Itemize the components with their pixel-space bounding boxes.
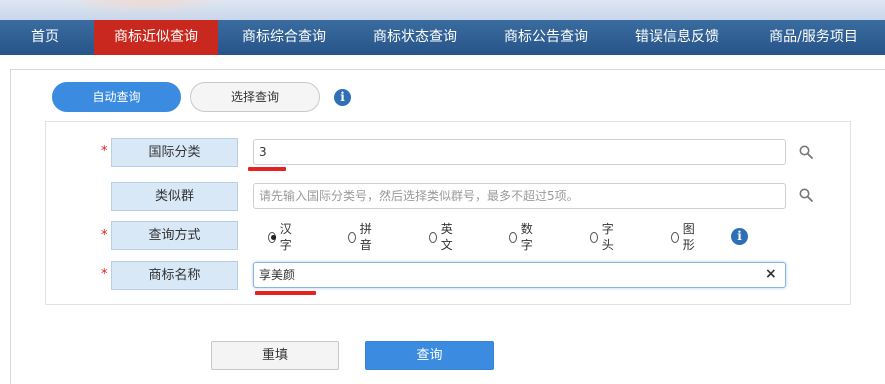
radio-label: 拼音 [359,222,372,252]
info-icon[interactable]: i [334,89,351,106]
intl-class-input[interactable]: 3 [253,139,786,165]
radio-label: 图形 [682,222,695,252]
nav-item-comprehensive-search[interactable]: 商标综合查询 [218,20,350,55]
radio-button[interactable] [509,231,517,243]
radio-button[interactable] [671,231,679,243]
nav-item-similar-search[interactable]: 商标近似查询 [94,20,218,55]
radio-button[interactable] [590,231,598,243]
nav-item-goods-services[interactable]: 商品/服务项目 [742,20,885,55]
radio-button-checked[interactable] [268,231,276,243]
annotation-underline [248,167,286,171]
tab-select-query[interactable]: 选择查询 [190,82,320,112]
radio-hanzi[interactable]: 汉字 [268,222,295,252]
similar-group-label: 类似群 [111,182,238,211]
required-marker: * [101,228,108,243]
radio-label: 汉字 [279,222,292,252]
radio-button[interactable] [348,231,356,243]
search-icon[interactable] [799,188,813,202]
radio-label: 数字 [520,222,533,252]
query-method-label: 查询方式 [111,221,238,250]
nav-item-home[interactable]: 首页 [0,20,90,55]
nav-item-announcement-search[interactable]: 商标公告查询 [480,20,612,55]
nav-item-error-feedback[interactable]: 错误信息反馈 [612,20,742,55]
radio-button[interactable] [429,231,437,243]
radio-graphic[interactable]: 图形 [671,222,698,252]
main-navbar: 首页 商标近似查询 商标综合查询 商标状态查询 商标公告查询 错误信息反馈 商品… [0,20,885,55]
annotation-underline [255,291,316,295]
radio-initial[interactable]: 字头 [590,222,617,252]
search-icon[interactable] [799,145,813,159]
required-marker: * [101,267,108,282]
radio-number[interactable]: 数字 [509,222,536,252]
tab-auto-query[interactable]: 自动查询 [52,82,181,112]
radio-pinyin[interactable]: 拼音 [348,222,375,252]
intl-class-label: 国际分类 [111,138,238,167]
radio-label: 字头 [601,222,614,252]
radio-english[interactable]: 英文 [429,222,456,252]
radio-label: 英文 [440,222,453,252]
query-button[interactable]: 查询 [365,341,494,370]
trademark-name-label: 商标名称 [111,261,238,290]
info-icon[interactable]: i [731,228,748,245]
clear-icon[interactable]: × [765,266,777,282]
banner-emblem-glow [60,0,230,14]
required-marker: * [101,144,108,159]
top-banner [0,0,885,20]
reset-button[interactable]: 重填 [211,341,339,370]
similar-group-input[interactable]: 请先输入国际分类号，然后选择类似群号，最多不超过5项。 [253,183,786,209]
trademark-name-input[interactable]: 享美颜 [253,262,786,288]
nav-item-status-search[interactable]: 商标状态查询 [350,20,480,55]
